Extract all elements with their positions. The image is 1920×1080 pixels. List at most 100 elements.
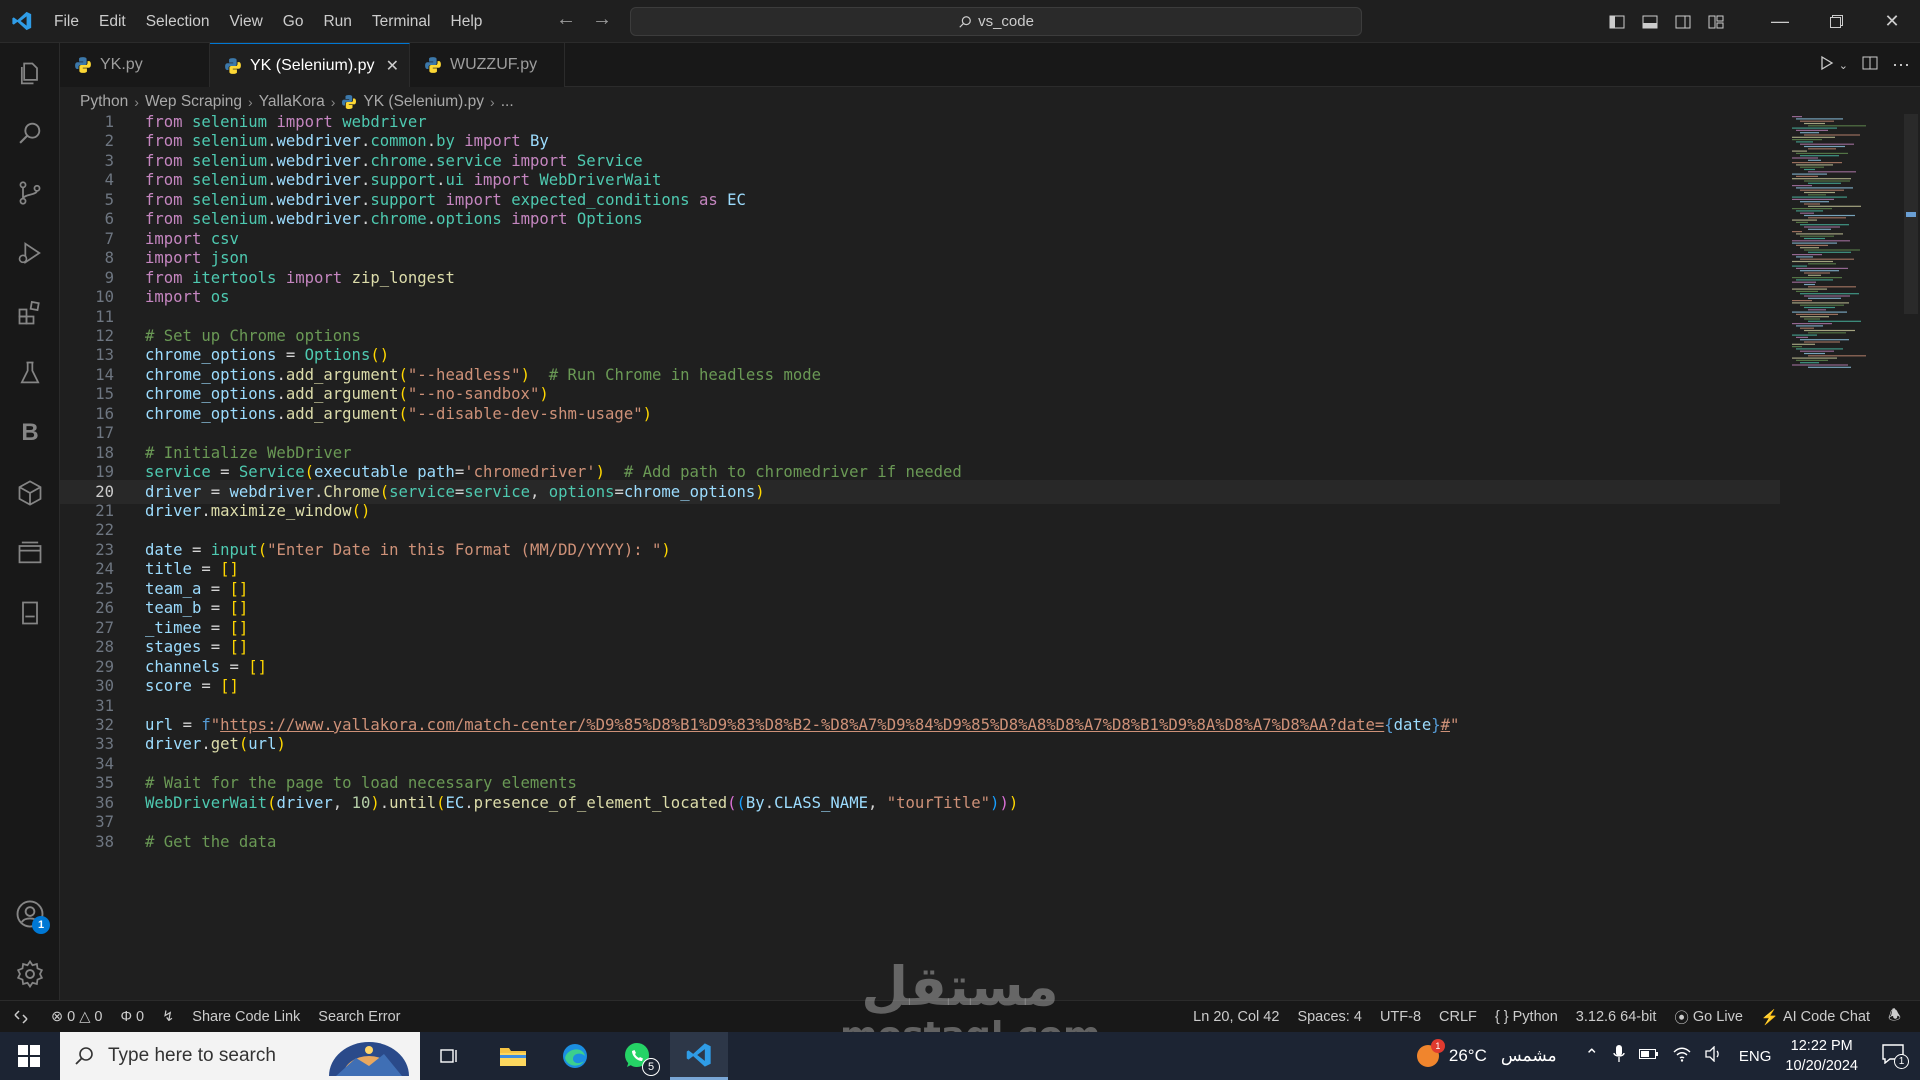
minimap-line bbox=[1808, 286, 1856, 288]
line-number: 28 bbox=[95, 638, 114, 657]
run-dropdown-chevron-icon[interactable]: ⌄ bbox=[1839, 59, 1848, 72]
toggle-primary-sidebar-icon[interactable] bbox=[1600, 14, 1633, 30]
status-bar-right: Ln 20, Col 42 Spaces: 4 UTF-8 CRLF { } P… bbox=[1184, 1001, 1910, 1033]
minimap-line bbox=[1808, 125, 1866, 127]
code-text: chrome_options.add_argument("--disable-d… bbox=[145, 404, 652, 423]
search-error-button[interactable]: Search Error bbox=[309, 1009, 409, 1025]
tab-yk-py[interactable]: YK.py bbox=[60, 43, 210, 87]
encoding[interactable]: UTF-8 bbox=[1371, 1009, 1430, 1025]
minimap-line bbox=[1796, 118, 1843, 120]
wifi-icon[interactable] bbox=[1673, 1046, 1691, 1067]
battery-icon[interactable] bbox=[1638, 1046, 1659, 1066]
lightning-indicator[interactable]: ↯ bbox=[153, 1009, 183, 1025]
clock[interactable]: 12:22 PM 10/20/2024 bbox=[1785, 1036, 1858, 1076]
menu-selection[interactable]: Selection bbox=[136, 0, 220, 43]
settings-gear-icon[interactable] bbox=[0, 946, 60, 1002]
code-text: import json bbox=[145, 249, 249, 268]
taskbar-search-box[interactable]: Type here to search bbox=[60, 1032, 420, 1080]
accounts-icon[interactable]: 1 bbox=[0, 886, 60, 942]
menu-view[interactable]: View bbox=[219, 0, 272, 43]
menu-terminal[interactable]: Terminal bbox=[362, 0, 441, 43]
menu-go[interactable]: Go bbox=[273, 0, 314, 43]
close-window-button[interactable]: ✕ bbox=[1864, 0, 1920, 43]
remote-indicator-icon[interactable] bbox=[0, 1000, 42, 1033]
share-code-link[interactable]: Share Code Link bbox=[183, 1009, 309, 1025]
toggle-panel-icon[interactable] bbox=[1633, 14, 1666, 30]
menu-help[interactable]: Help bbox=[441, 0, 493, 43]
minimap-line bbox=[1792, 364, 1848, 366]
minimap-line bbox=[1796, 152, 1848, 154]
language-mode[interactable]: { } Python bbox=[1486, 1009, 1567, 1025]
microphone-icon[interactable] bbox=[1613, 1044, 1625, 1068]
volume-icon[interactable] bbox=[1705, 1044, 1723, 1067]
minimap-line bbox=[1800, 143, 1854, 145]
search-icon bbox=[75, 1047, 93, 1065]
customize-layout-icon[interactable] bbox=[1699, 14, 1732, 30]
notification-center-icon[interactable]: 1 bbox=[1882, 1043, 1909, 1069]
minimap-line bbox=[1800, 304, 1844, 306]
minimap-line bbox=[1800, 224, 1849, 226]
command-center[interactable]: vs_code bbox=[630, 7, 1362, 36]
python-interpreter[interactable]: 3.12.6 64-bit bbox=[1567, 1009, 1666, 1025]
remote-explorer-icon[interactable] bbox=[0, 525, 60, 581]
source-control-icon[interactable] bbox=[0, 165, 60, 221]
task-view-icon[interactable] bbox=[420, 1032, 478, 1080]
toggle-secondary-sidebar-icon[interactable] bbox=[1666, 14, 1699, 30]
indentation[interactable]: Spaces: 4 bbox=[1288, 1009, 1371, 1025]
close-tab-icon[interactable]: ✕ bbox=[386, 56, 399, 76]
minimap-line bbox=[1808, 332, 1846, 334]
notifications-bell-icon[interactable]: 🕭 bbox=[1879, 1005, 1910, 1030]
line-number: 7 bbox=[104, 229, 114, 248]
code-text: stages = [] bbox=[145, 638, 249, 657]
file-explorer-icon[interactable] bbox=[484, 1032, 542, 1080]
breadcrumb-item[interactable]: Python bbox=[80, 93, 128, 111]
code-text: from selenium.webdriver.support.ui impor… bbox=[145, 171, 662, 190]
run-debug-icon[interactable] bbox=[0, 225, 60, 281]
minimap-line bbox=[1808, 228, 1831, 230]
end-of-line[interactable]: CRLF bbox=[1430, 1009, 1486, 1025]
minimap-line bbox=[1804, 180, 1850, 182]
b-extension-icon[interactable]: B bbox=[0, 405, 60, 461]
tab-wuzzuf-py[interactable]: WUZZUF.py bbox=[410, 43, 565, 87]
restore-button[interactable] bbox=[1808, 0, 1864, 43]
menu-file[interactable]: File bbox=[44, 0, 89, 43]
run-python-file-icon[interactable] bbox=[1819, 55, 1835, 75]
minimize-button[interactable]: — bbox=[1752, 0, 1808, 43]
extensions-icon[interactable] bbox=[0, 285, 60, 341]
menu-run[interactable]: Run bbox=[313, 0, 361, 43]
tab-yk-selenium-py[interactable]: YK (Selenium).py ✕ bbox=[210, 43, 410, 87]
explorer-icon[interactable] bbox=[0, 46, 60, 102]
menu-bar: File Edit Selection View Go Run Terminal… bbox=[44, 0, 492, 43]
breadcrumb-item[interactable]: ... bbox=[501, 93, 514, 111]
cursor-position[interactable]: Ln 20, Col 42 bbox=[1184, 1009, 1288, 1025]
back-arrow-icon[interactable]: ← bbox=[556, 8, 576, 31]
bookmark-panel-icon[interactable] bbox=[0, 585, 60, 641]
windows-start-icon[interactable] bbox=[0, 1032, 58, 1080]
edge-browser-icon[interactable] bbox=[546, 1032, 604, 1080]
code-editor[interactable]: 1 from selenium import webdriver 2 from sel… bbox=[60, 114, 1900, 1000]
search-icon[interactable] bbox=[0, 105, 60, 161]
minimap[interactable] bbox=[1790, 114, 1890, 374]
forward-arrow-icon[interactable]: → bbox=[592, 8, 612, 31]
vscode-taskbar-icon[interactable] bbox=[670, 1032, 728, 1080]
more-actions-icon[interactable]: ⋯ bbox=[1892, 55, 1910, 76]
go-live-button[interactable]: ⦿ Go Live bbox=[1665, 1007, 1751, 1028]
show-hidden-icons-chevron-icon[interactable]: ⌃ bbox=[1585, 1046, 1599, 1066]
python-file-icon bbox=[342, 95, 357, 109]
menu-edit[interactable]: Edit bbox=[89, 0, 136, 43]
split-editor-icon[interactable] bbox=[1862, 55, 1878, 75]
problems-indicator[interactable]: ⊗ 0 △ 0 bbox=[42, 1009, 111, 1025]
ports-indicator[interactable]: Φ 0 bbox=[111, 1009, 153, 1025]
package-box-icon[interactable] bbox=[0, 465, 60, 521]
code-line[interactable]: 38 # Get the data bbox=[60, 830, 1780, 854]
whatsapp-icon[interactable]: 5 bbox=[608, 1032, 666, 1080]
breadcrumb-item[interactable]: YK (Selenium).py bbox=[363, 93, 484, 111]
ai-code-chat-button[interactable]: ⚡ AI Code Chat bbox=[1752, 1009, 1879, 1026]
minimap-line bbox=[1808, 320, 1861, 322]
breadcrumb-item[interactable]: YallaKora bbox=[259, 93, 325, 111]
minimap-line bbox=[1796, 279, 1833, 281]
weather-widget[interactable]: 1 26°C مشمس bbox=[1415, 1039, 1557, 1069]
input-language[interactable]: ENG bbox=[1739, 1048, 1772, 1065]
breadcrumb-item[interactable]: Wep Scraping bbox=[145, 93, 242, 111]
testing-flask-icon[interactable] bbox=[0, 345, 60, 401]
